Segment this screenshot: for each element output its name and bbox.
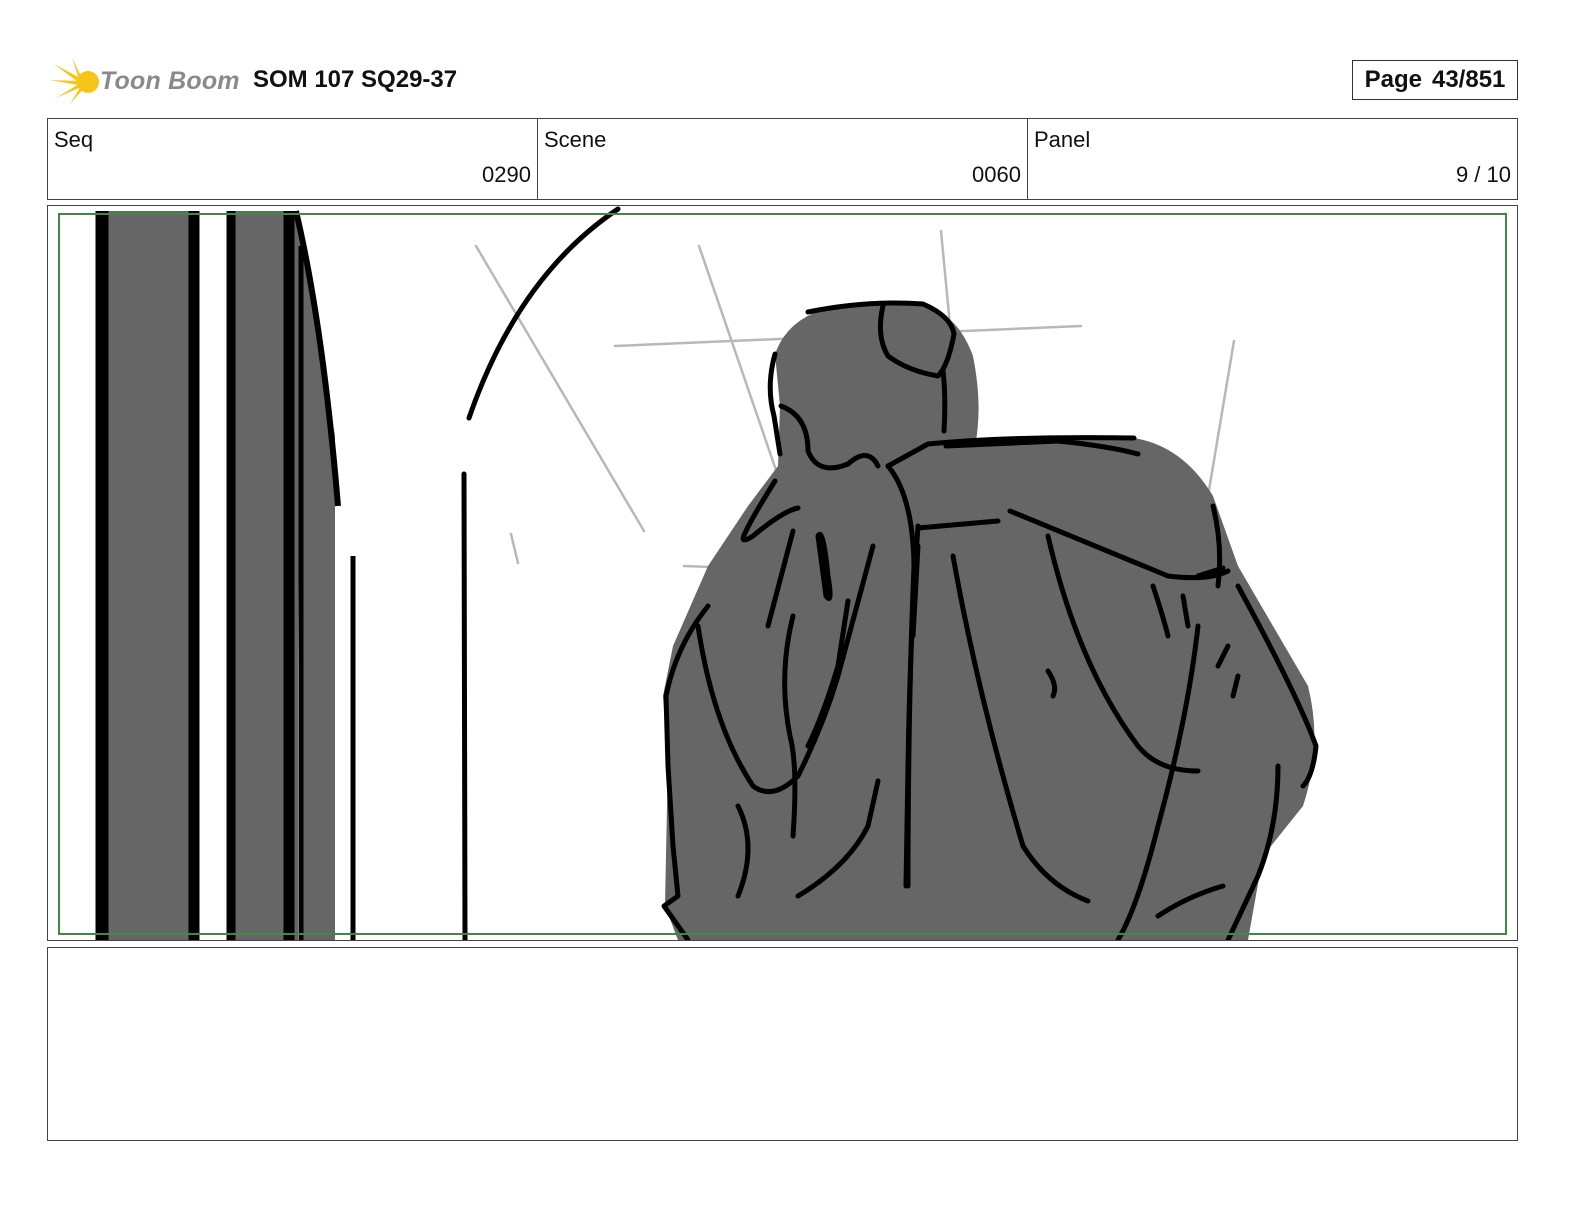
toon-boom-logo: Toon Boom <box>50 56 240 106</box>
panel-cell: Panel 9 / 10 <box>1028 119 1517 199</box>
shot-info-row: Seq 0290 Scene 0060 Panel 9 / 10 <box>47 118 1518 200</box>
document-title: SOM 107 SQ29-37 <box>253 66 458 93</box>
archway <box>461 206 621 940</box>
seq-label: Seq <box>54 127 94 152</box>
logo-text: Toon Boom <box>100 66 240 95</box>
pillars <box>95 210 356 940</box>
seq-cell: Seq 0290 <box>48 119 538 199</box>
storyboard-header: Toon Boom SOM 107 SQ29-37 Page 43/851 <box>48 56 1518 106</box>
panel-sketch <box>95 206 1319 940</box>
starburst-icon <box>50 58 99 104</box>
scene-value: 0060 <box>972 162 1021 187</box>
page-number: 43/851 <box>1431 66 1506 93</box>
page-indicator: Page 43/851 <box>1352 60 1518 100</box>
storyboard-panel <box>47 205 1518 941</box>
scene-cell: Scene 0060 <box>538 119 1028 199</box>
page-label: Page <box>1364 66 1422 93</box>
panel-label: Panel <box>1034 127 1091 152</box>
seq-value: 0290 <box>482 162 531 187</box>
panel-value: 9 / 10 <box>1455 162 1511 187</box>
panel-notes <box>47 947 1518 1141</box>
hooded-figure <box>661 300 1319 940</box>
scene-label: Scene <box>544 127 607 152</box>
